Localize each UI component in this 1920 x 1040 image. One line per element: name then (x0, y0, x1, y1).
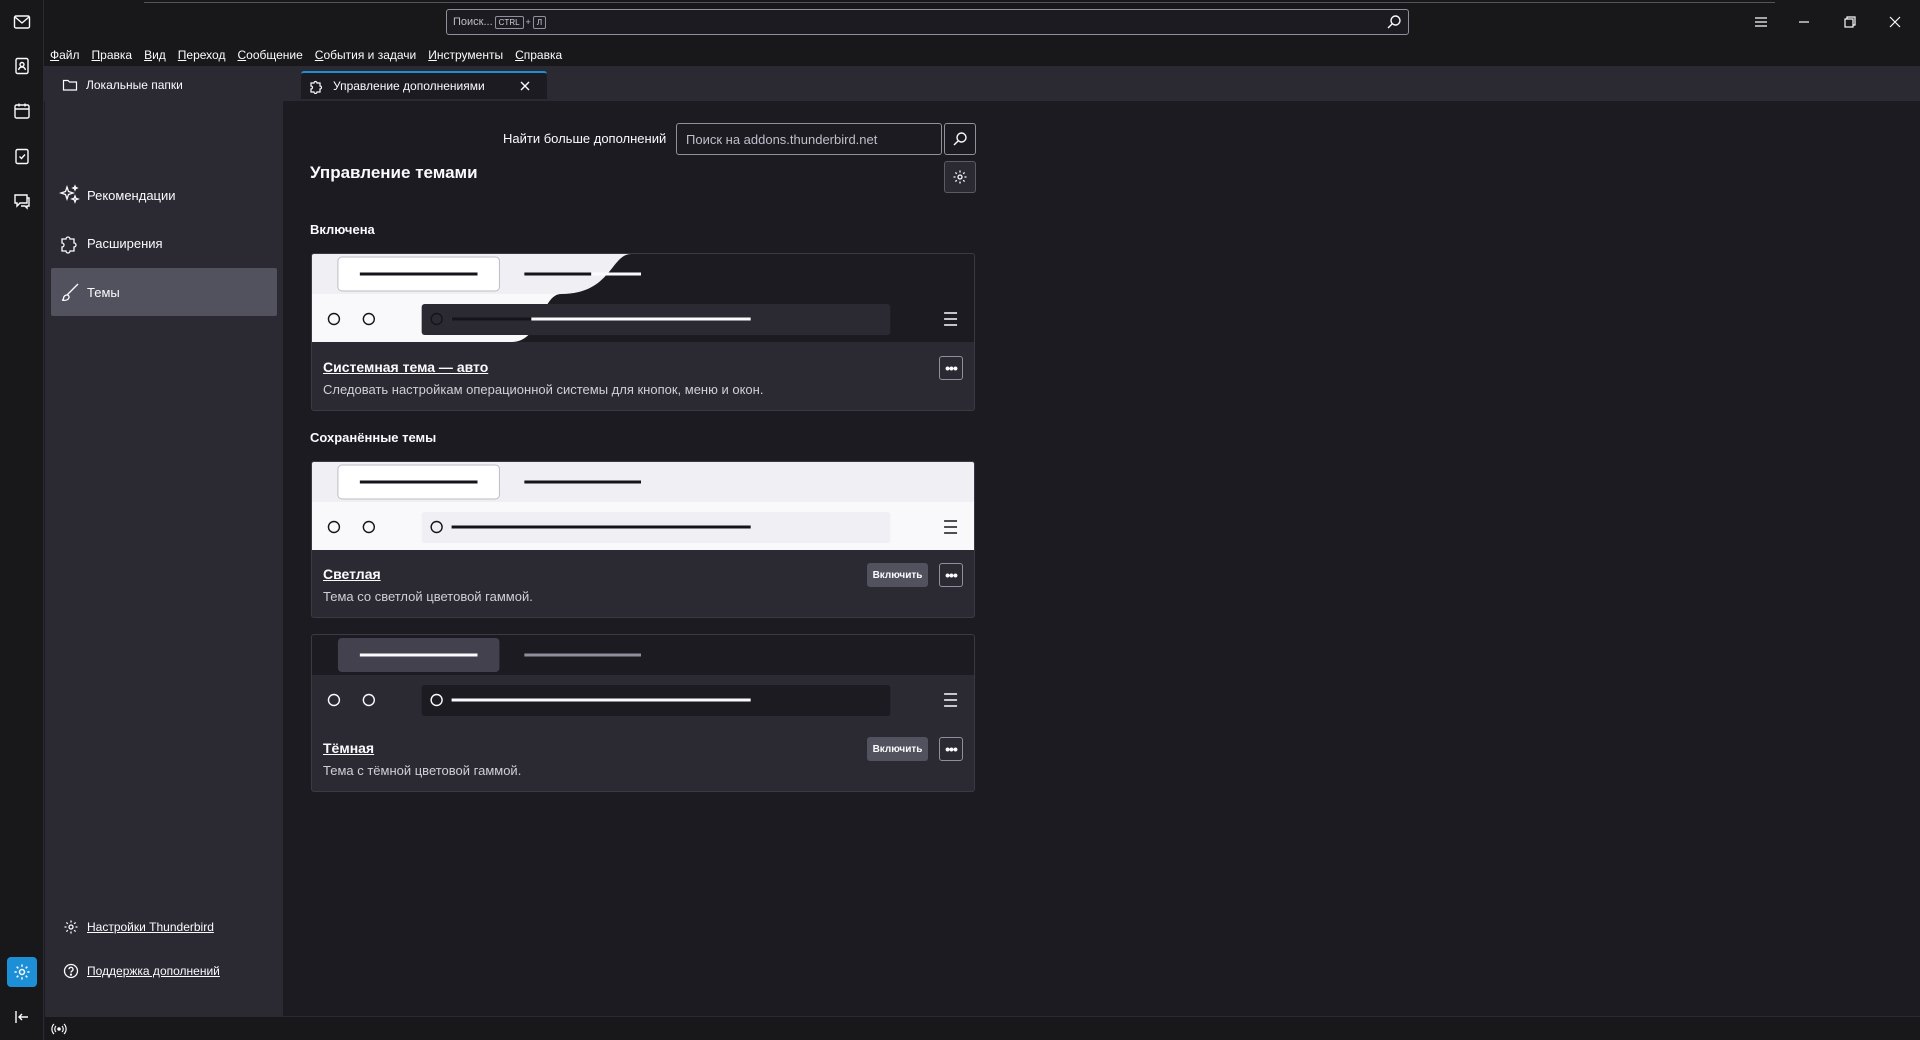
menu-go[interactable]: Переход (178, 48, 226, 62)
settings-link-label: Настройки Thunderbird (87, 920, 214, 934)
theme-card-system: Системная тема — авто Следовать настройк… (311, 253, 975, 411)
enabled-heading: Включена (310, 222, 375, 237)
address-book-space-button[interactable] (7, 51, 37, 81)
calendar-space-button[interactable] (7, 96, 37, 126)
more-options-button[interactable]: ••• (939, 356, 963, 380)
restore-icon (1844, 16, 1856, 28)
addons-support-link[interactable]: Поддержка дополнений (63, 963, 220, 979)
search-placeholder: Поиск... (453, 16, 493, 28)
menu-events[interactable]: События и задачи (315, 48, 416, 62)
close-window-button[interactable] (1883, 10, 1907, 34)
enable-theme-button[interactable]: Включить (867, 737, 928, 761)
more-options-button[interactable]: ••• (939, 563, 963, 587)
puzzle-icon (310, 80, 323, 94)
category-extensions[interactable]: Расширения (51, 219, 277, 267)
find-more-label: Найти больше дополнений (503, 131, 667, 146)
menu-message[interactable]: Сообщение (237, 48, 302, 62)
page-title: Управление темами (310, 163, 478, 182)
chat-space-button[interactable] (7, 186, 37, 216)
category-recommendations[interactable]: Рекомендации (51, 171, 277, 219)
theme-description: Следовать настройкам операционной систем… (323, 382, 764, 397)
global-search-input[interactable]: Поиск... CTRL + Л (446, 9, 1409, 35)
tools-button[interactable] (944, 161, 976, 193)
gear-icon (64, 920, 78, 934)
theme-description: Тема со светлой цветовой гаммой. (323, 589, 533, 604)
collapse-spaces-button[interactable] (7, 1002, 37, 1032)
addons-main: Найти больше дополнений Поиск на addons.… (283, 101, 1920, 1016)
menu-view[interactable]: Вид (144, 48, 166, 62)
sparkles-icon (59, 184, 80, 204)
hamburger-icon (1755, 17, 1767, 27)
calendar-icon (14, 103, 30, 119)
enable-theme-button[interactable]: Включить (867, 563, 928, 587)
mail-space-button[interactable] (7, 7, 37, 37)
gear-icon (953, 170, 967, 184)
kbd-key: Л (532, 15, 547, 29)
theme-name[interactable]: Тёмная (323, 740, 374, 756)
app-menu-button[interactable] (1749, 10, 1773, 34)
minimize-button[interactable] (1792, 10, 1816, 34)
theme-preview (312, 462, 974, 550)
addons-search-button[interactable] (944, 123, 976, 155)
category-label: Рекомендации (87, 187, 176, 203)
more-options-button[interactable]: ••• (939, 737, 963, 761)
close-tab-icon[interactable] (517, 78, 533, 94)
mail-icon (13, 15, 31, 29)
brush-icon (61, 283, 79, 302)
menu-bar: Файл Правка Вид Переход Сообщение Событи… (44, 44, 1920, 66)
spaces-toolbar (0, 0, 44, 1040)
gear-icon (14, 964, 30, 980)
theme-preview (312, 254, 974, 342)
addons-search-input[interactable]: Поиск на addons.thunderbird.net (676, 123, 942, 155)
kbd-plus: + (525, 17, 531, 27)
menu-file[interactable]: Файл (50, 48, 80, 62)
menu-help[interactable]: Справка (515, 48, 562, 62)
tab-label: Управление дополнениями (333, 79, 485, 93)
thunderbird-settings-link[interactable]: Настройки Thunderbird (63, 919, 214, 935)
categories-sidebar: Рекомендации Расширения Темы Настройки T… (45, 101, 283, 1016)
online-status-icon[interactable] (51, 1021, 67, 1037)
saved-themes-heading: Сохранённые темы (310, 430, 437, 445)
minimize-icon (1799, 21, 1809, 23)
addons-search-placeholder: Поиск на addons.thunderbird.net (686, 131, 878, 147)
puzzle-icon (61, 236, 77, 254)
help-icon (63, 963, 79, 979)
status-bar (45, 1016, 1920, 1040)
theme-name[interactable]: Светлая (323, 566, 381, 582)
theme-name[interactable]: Системная тема — авто (323, 359, 488, 375)
theme-description: Тема с тёмной цветовой гаммой. (323, 763, 522, 778)
address-book-icon (15, 57, 29, 75)
menu-tools[interactable]: Инструменты (428, 48, 503, 62)
search-icon[interactable] (1386, 14, 1402, 30)
settings-space-button[interactable] (7, 957, 37, 987)
folder-icon (62, 79, 78, 91)
tab-local-folders[interactable]: Локальные папки (54, 71, 294, 99)
category-label: Темы (87, 284, 120, 300)
tab-bar: Локальные папки Управление дополнениями (44, 66, 1920, 101)
menu-edit[interactable]: Правка (92, 48, 133, 62)
chat-icon (14, 194, 30, 210)
restore-button[interactable] (1838, 10, 1862, 34)
tab-addons-manager[interactable]: Управление дополнениями (301, 71, 547, 99)
category-label: Расширения (87, 235, 163, 251)
tab-label: Локальные папки (86, 78, 183, 92)
kbd-ctrl: CTRL (494, 15, 524, 29)
theme-card-light: Светлая Тема со светлой цветовой гаммой.… (311, 461, 975, 618)
support-link-label: Поддержка дополнений (87, 964, 220, 978)
theme-preview (312, 635, 974, 723)
collapse-icon (15, 1011, 28, 1023)
close-icon (1889, 16, 1901, 28)
tasks-icon (15, 148, 29, 165)
theme-card-dark: Тёмная Тема с тёмной цветовой гаммой. Вк… (311, 634, 975, 792)
tasks-space-button[interactable] (7, 141, 37, 171)
title-bar-divider (144, 0, 1775, 3)
search-icon (953, 132, 967, 146)
title-bar: Поиск... CTRL + Л (44, 0, 1920, 44)
category-themes[interactable]: Темы (51, 268, 277, 316)
